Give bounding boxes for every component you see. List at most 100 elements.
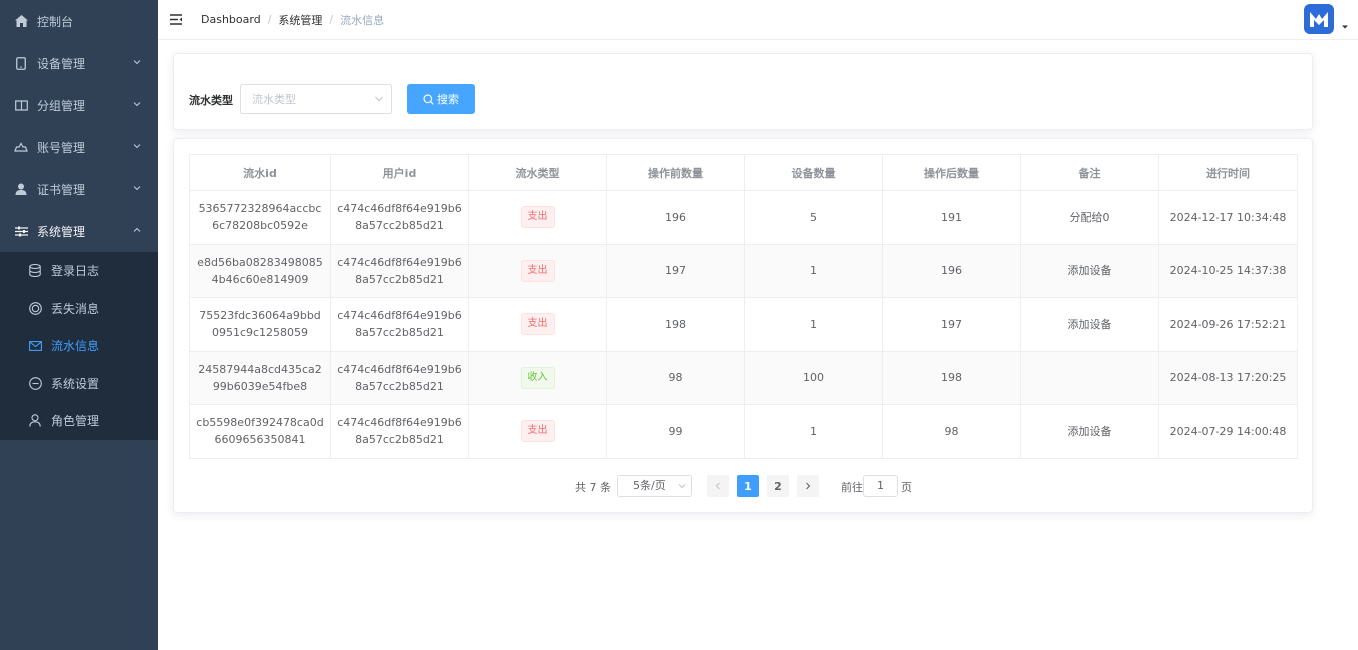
sidebar-item-roles[interactable]: 角色管理 [0, 402, 158, 440]
column-header: 操作后数量 [882, 154, 1021, 191]
search-panel: 流水类型 流水类型 搜索 [173, 53, 1313, 130]
page-number-button[interactable]: 2 [767, 475, 789, 497]
cell-type: 支出 [468, 190, 607, 245]
cell-type: 收入 [468, 350, 607, 405]
sidebar-item-system[interactable]: 系统管理 [0, 210, 158, 252]
cell-before: 98 [606, 350, 745, 405]
cell-time: 2024-12-17 10:34:48 [1158, 190, 1298, 245]
breadcrumb-item-dashboard[interactable]: Dashboard [201, 13, 261, 26]
chevron-down-icon [133, 102, 141, 107]
cell-type: 支出 [468, 404, 607, 459]
status-badge: 支出 [520, 259, 555, 282]
submenu-system: 登录日志 丢失消息 流水信息 系统设置 角色管理 [0, 252, 158, 440]
pagination: 共 7 条 5条/页 1 2 前往 1 页 [174, 475, 1314, 497]
cell-user-id: c474c46df8f64e919b68a57cc2b85d21 [330, 243, 469, 298]
sidebar-item-label: 设备管理 [37, 56, 86, 71]
table-row: 75523fdc36064a9bbd0951c9c1258059 c474c46… [189, 297, 1298, 352]
chevron-down-icon [133, 144, 141, 149]
cell-count: 1 [744, 404, 883, 459]
transactions-table: 流水id 用户id 流水类型 操作前数量 设备数量 操作后数量 备注 进行时间 … [189, 154, 1298, 459]
sidebar-item-login-log[interactable]: 登录日志 [0, 252, 158, 290]
cell-user-id: c474c46df8f64e919b68a57cc2b85d21 [330, 190, 469, 245]
search-icon [423, 93, 434, 105]
column-header: 流水id [189, 154, 331, 191]
cell-transaction-id: 75523fdc36064a9bbd0951c9c1258059 [189, 297, 331, 352]
breadcrumb-item-system[interactable]: 系统管理 [278, 12, 322, 28]
status-badge: 支出 [520, 420, 555, 443]
table-header-row: 流水id 用户id 流水类型 操作前数量 设备数量 操作后数量 备注 进行时间 [189, 154, 1298, 191]
column-header: 流水类型 [468, 154, 607, 191]
cell-note: 添加设备 [1020, 404, 1159, 459]
book-icon [14, 98, 28, 112]
sidebar-item-certificates[interactable]: 证书管理 [0, 168, 158, 210]
mail-icon [28, 339, 42, 353]
filter-label: 流水类型 [189, 94, 233, 107]
minus-circle-icon [28, 376, 42, 390]
sidebar-item-groups[interactable]: 分组管理 [0, 84, 158, 126]
status-badge: 支出 [520, 313, 555, 336]
transaction-type-select[interactable]: 流水类型 [240, 84, 392, 114]
sliders-icon [14, 224, 28, 238]
sidebar-item-label: 角色管理 [51, 414, 100, 429]
sidebar: 控制台 设备管理 分组管理 账号管理 证书管理 系统管理 登录日志 丢失消息 流… [0, 0, 158, 650]
sidebar-item-label: 系统管理 [37, 224, 86, 239]
sidebar-item-transactions[interactable]: 流水信息 [0, 327, 158, 365]
sidebar-item-label: 系统设置 [51, 376, 100, 391]
column-header: 设备数量 [744, 154, 883, 191]
goto-suffix: 页 [901, 481, 912, 494]
search-button[interactable]: 搜索 [407, 84, 475, 114]
cell-note: 添加设备 [1020, 297, 1159, 352]
sidebar-item-accounts[interactable]: 账号管理 [0, 126, 158, 168]
breadcrumb-separator: / [267, 13, 272, 26]
cell-count: 5 [744, 190, 883, 245]
avatar[interactable] [1304, 4, 1334, 34]
cell-note: 分配给0 [1020, 190, 1159, 245]
sidebar-item-label: 分组管理 [37, 98, 86, 113]
table-panel: 流水id 用户id 流水类型 操作前数量 设备数量 操作后数量 备注 进行时间 … [173, 138, 1313, 513]
page-number-button[interactable]: 1 [737, 475, 759, 497]
user-icon [14, 182, 28, 196]
home-icon [14, 14, 28, 28]
select-placeholder: 流水类型 [252, 93, 296, 106]
goto-page-input[interactable]: 1 [863, 475, 898, 497]
sidebar-item-devices[interactable]: 设备管理 [0, 42, 158, 84]
column-header: 操作前数量 [606, 154, 745, 191]
cell-before: 196 [606, 190, 745, 245]
hamburger-icon[interactable] [170, 14, 184, 26]
sidebar-item-dashboard[interactable]: 控制台 [0, 0, 158, 42]
sidebar-item-label: 证书管理 [37, 182, 86, 197]
chevron-up-icon [133, 227, 141, 232]
sidebar-item-label: 丢失消息 [51, 301, 100, 316]
cell-before: 99 [606, 404, 745, 459]
cell-time: 2024-07-29 14:00:48 [1158, 404, 1298, 459]
sidebar-item-label: 控制台 [37, 14, 74, 29]
table-row: 5365772328964accbc6c78208bc0592e c474c46… [189, 190, 1298, 245]
breadcrumb-separator: / [329, 13, 334, 26]
person-icon [28, 414, 42, 428]
search-button-label: 搜索 [437, 93, 459, 106]
cell-note [1020, 350, 1159, 405]
cell-transaction-id: cb5598e0f392478ca0d6609656350841 [189, 404, 331, 459]
sidebar-item-label: 登录日志 [51, 264, 100, 279]
cell-type: 支出 [468, 297, 607, 352]
page-size-select[interactable]: 5条/页 [617, 475, 692, 497]
chevron-down-icon [133, 186, 141, 191]
database-icon [28, 264, 42, 278]
cell-count: 1 [744, 243, 883, 298]
cell-after: 197 [882, 297, 1021, 352]
prev-page-button[interactable] [707, 475, 729, 497]
sidebar-item-system-settings[interactable]: 系统设置 [0, 365, 158, 403]
cell-after: 198 [882, 350, 1021, 405]
cell-after: 98 [882, 404, 1021, 459]
next-page-button[interactable] [797, 475, 819, 497]
sidebar-item-lost-messages[interactable]: 丢失消息 [0, 290, 158, 328]
chevron-right-icon [806, 482, 811, 490]
cell-type: 支出 [468, 243, 607, 298]
cell-user-id: c474c46df8f64e919b68a57cc2b85d21 [330, 350, 469, 405]
caret-down-icon[interactable] [1341, 24, 1349, 30]
cell-transaction-id: 5365772328964accbc6c78208bc0592e [189, 190, 331, 245]
cloud-icon [14, 140, 28, 154]
cell-time: 2024-08-13 17:20:25 [1158, 350, 1298, 405]
sidebar-item-label: 流水信息 [51, 339, 100, 354]
cell-user-id: c474c46df8f64e919b68a57cc2b85d21 [330, 404, 469, 459]
